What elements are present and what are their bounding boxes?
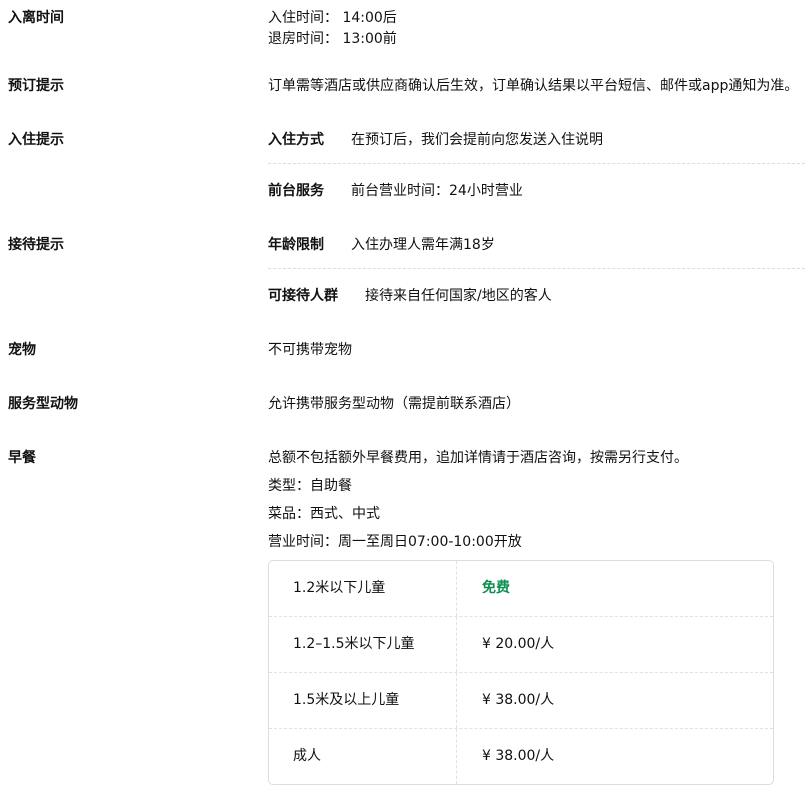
subrow-title: 入住方式 [268,132,324,148]
breakfast-fee-text: 总额不包括额外早餐费用，追加详情请于酒店咨询，按需另行支付。 [268,450,688,466]
subrow-text: 前台营业时间：24小时营业 [351,183,523,199]
subrow-text: 接待来自任何国家/地区的客人 [365,288,552,304]
section-label: 入住提示 [8,132,64,148]
section-booking-notice: 预订提示 订单需等酒店或供应商确认后生效，订单确认结果以平台短信、邮件或app通… [8,76,805,97]
category-cell: 成人 [293,748,321,764]
section-content: 订单需等酒店或供应商确认后生效，订单确认结果以平台短信、邮件或app通知为准。 [268,76,805,97]
category-cell: 1.2–1.5米以下儿童 [293,636,415,652]
section-content: 年龄限制 入住办理人需年满18岁 可接待人群 接待来自任何国家/地区的客人 [268,235,805,307]
section-service-animals: 服务型动物 允许携带服务型动物（需提前联系酒店） [8,394,805,415]
table-row: 1.5米及以上儿童 ¥ 38.00/人 [269,673,773,729]
section-reception-notice: 接待提示 年龄限制 入住办理人需年满18岁 可接待人群 接待来自任何国家/地区的… [8,235,805,307]
checkout-time-text: 退房时间： 13:00前 [268,31,397,47]
section-label: 接待提示 [8,237,64,253]
pets-policy-text: 不可携带宠物 [268,342,352,358]
breakfast-menu-text: 菜品：西式、中式 [268,506,380,522]
price-cell: ¥ 38.00/人 [456,673,773,728]
table-row: 1.2–1.5米以下儿童 ¥ 20.00/人 [269,617,773,673]
subrow-front-desk: 前台服务 前台营业时间：24小时营业 [268,164,805,202]
breakfast-price-table: 1.2米以下儿童 免费 1.2–1.5米以下儿童 ¥ 20.00/人 1.5米及… [268,560,774,785]
subrow-title: 年龄限制 [268,237,324,253]
subrow-checkin-method: 入住方式 在预订后，我们会提前向您发送入住说明 [268,130,805,164]
subrow-text: 入住办理人需年满18岁 [351,237,495,253]
subrow-title: 前台服务 [268,183,324,199]
checkin-time-text: 入住时间： 14:00后 [268,10,397,26]
section-label: 入离时间 [8,10,64,26]
section-content: 总额不包括额外早餐费用，追加详情请于酒店咨询，按需另行支付。 类型：自助餐 菜品… [268,448,805,785]
price-cell: 免费 [456,561,773,616]
table-row: 成人 ¥ 38.00/人 [269,729,773,784]
section-content: 入住方式 在预订后，我们会提前向您发送入住说明 前台服务 前台营业时间：24小时… [268,130,805,202]
section-label: 服务型动物 [8,396,78,412]
section-pets: 宠物 不可携带宠物 [8,340,805,361]
price-cell: ¥ 20.00/人 [456,617,773,672]
price-cell: ¥ 38.00/人 [456,729,773,784]
category-cell: 1.5米及以上儿童 [293,692,400,708]
subrow-text: 在预订后，我们会提前向您发送入住说明 [351,132,603,148]
service-animal-policy-text: 允许携带服务型动物（需提前联系酒店） [268,396,520,412]
booking-notice-text: 订单需等酒店或供应商确认后生效，订单确认结果以平台短信、邮件或app通知为准。 [268,78,799,94]
section-content: 入住时间： 14:00后 退房时间： 13:00前 [268,8,805,50]
table-row: 1.2米以下儿童 免费 [269,561,773,617]
section-checkin-checkout-time: 入离时间 入住时间： 14:00后 退房时间： 13:00前 [8,8,805,50]
subrow-title: 可接待人群 [268,288,338,304]
hotel-policy-panel: 入离时间 入住时间： 14:00后 退房时间： 13:00前 预订提示 订单需等… [0,0,805,785]
section-checkin-notice: 入住提示 入住方式 在预订后，我们会提前向您发送入住说明 前台服务 前台营业时间… [8,130,805,202]
section-breakfast: 早餐 总额不包括额外早餐费用，追加详情请于酒店咨询，按需另行支付。 类型：自助餐… [8,448,805,785]
category-cell: 1.2米以下儿童 [293,580,386,596]
breakfast-hours-text: 营业时间：周一至周日07:00-10:00开放 [268,534,522,550]
section-content: 不可携带宠物 [268,340,805,361]
subrow-age-limit: 年龄限制 入住办理人需年满18岁 [268,235,805,269]
subrow-accepted-guests: 可接待人群 接待来自任何国家/地区的客人 [268,269,805,307]
section-label: 宠物 [8,342,36,358]
section-content: 允许携带服务型动物（需提前联系酒店） [268,394,805,415]
breakfast-type-text: 类型：自助餐 [268,478,352,494]
section-label: 预订提示 [8,78,64,94]
section-label: 早餐 [8,450,36,466]
